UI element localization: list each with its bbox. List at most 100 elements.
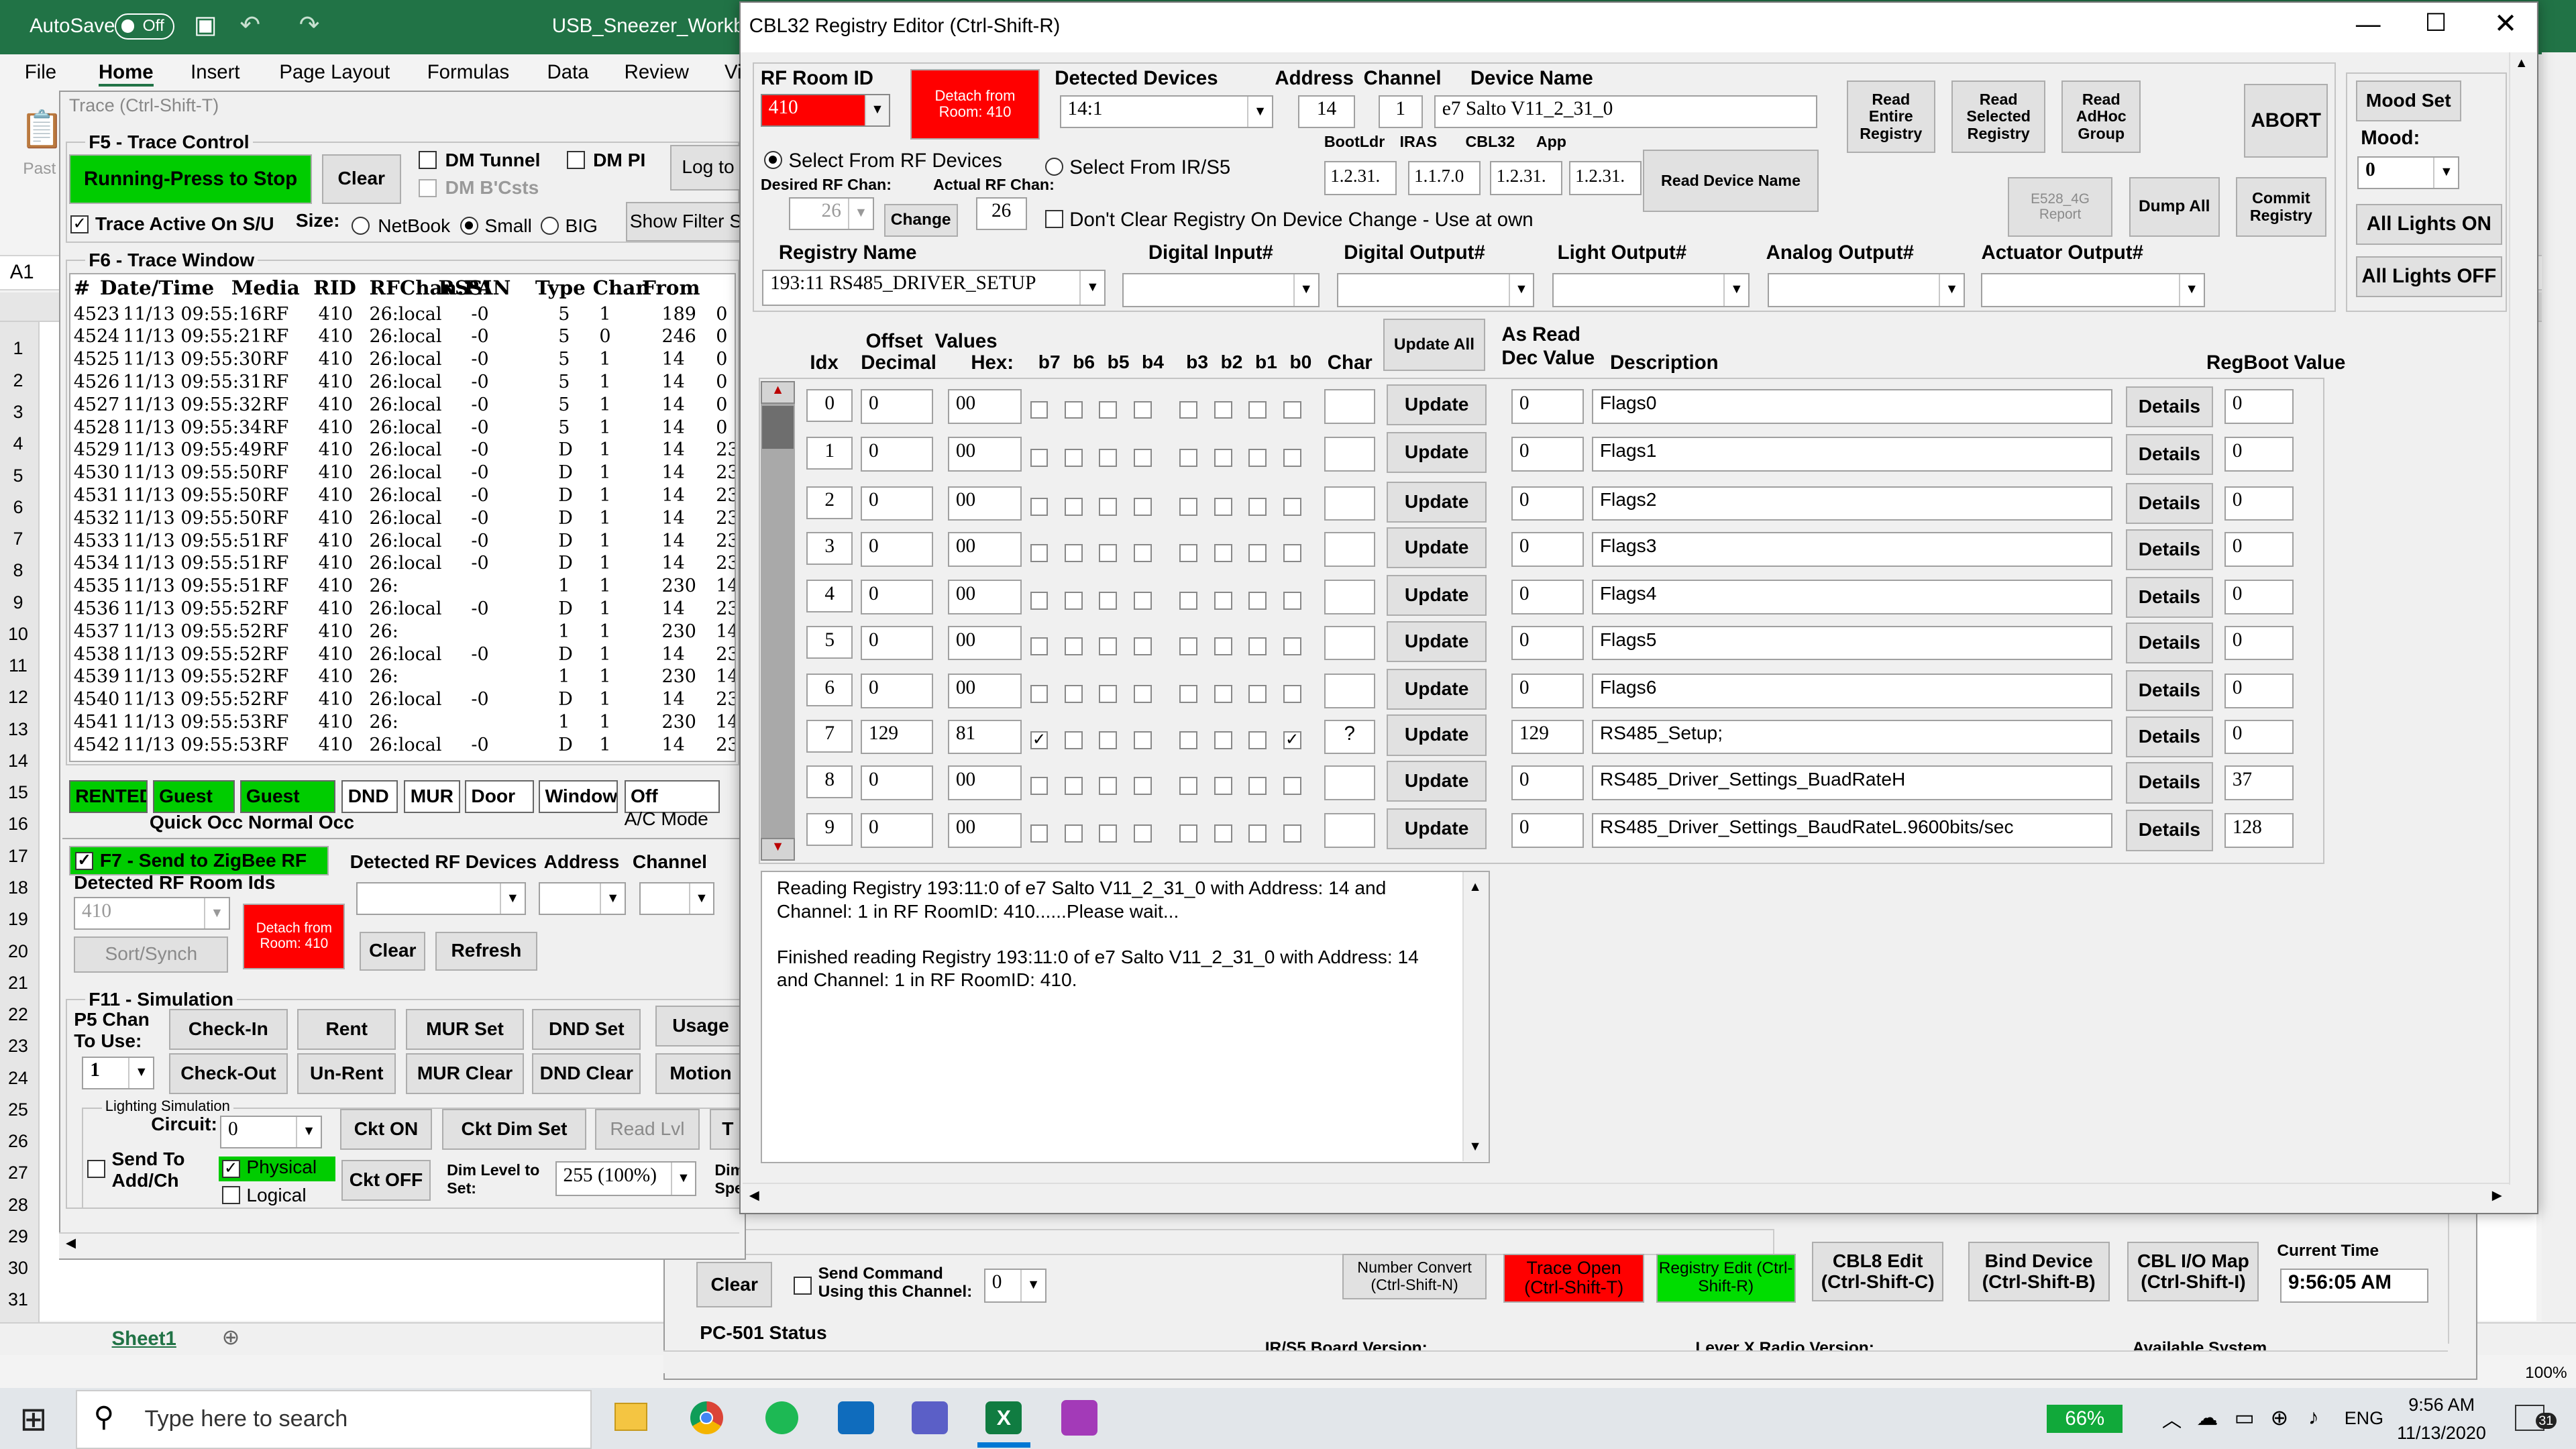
status-cell[interactable]: RENTED — [68, 780, 148, 814]
number-convert-button[interactable]: Number Convert (Ctrl-Shift-N) — [1342, 1253, 1487, 1300]
minimize-icon[interactable]: — — [2356, 10, 2381, 38]
row-number[interactable]: 20 — [0, 941, 36, 962]
char-field[interactable] — [1324, 765, 1375, 800]
bit-checkbox[interactable]: ✓ — [1030, 731, 1049, 749]
pdf-icon[interactable] — [1061, 1399, 1097, 1436]
row-number[interactable]: 2 — [0, 370, 36, 391]
select-rf-radio[interactable] — [763, 151, 782, 170]
registry-vscroll[interactable]: ▲ — [2508, 52, 2535, 1185]
bit-checkbox[interactable] — [1248, 591, 1267, 610]
abort-button[interactable]: ABORT — [2244, 83, 2328, 158]
hex-field[interactable]: 00 — [948, 765, 1022, 800]
row-number[interactable]: 1 — [0, 338, 36, 359]
bit-checkbox[interactable] — [1214, 824, 1232, 843]
read-selected-registry-button[interactable]: Read Selected Registry — [1951, 80, 2045, 153]
trace-row[interactable]: 4524 11/13 09:55:21 RF 410 26:local -0 5 0 246 0 — [70, 326, 735, 349]
bit-checkbox[interactable] — [1099, 543, 1118, 562]
row-number[interactable]: 21 — [0, 973, 36, 994]
bit-checkbox[interactable] — [1064, 777, 1083, 796]
bit-checkbox[interactable] — [1099, 685, 1118, 704]
bit-checkbox[interactable] — [1179, 400, 1198, 419]
row-number[interactable]: 28 — [0, 1195, 36, 1216]
row-number[interactable]: 5 — [0, 466, 36, 486]
maximize-icon[interactable]: ☐ — [2425, 8, 2447, 37]
status-cell[interactable]: Guest — [239, 780, 335, 814]
bit-checkbox[interactable] — [1179, 448, 1198, 467]
char-field[interactable] — [1324, 674, 1375, 708]
trace-row[interactable]: 4528 11/13 09:55:34 RF 410 26:local -0 5 1 14 0 — [70, 417, 735, 440]
details-button[interactable]: Details — [2126, 433, 2213, 475]
hex-field[interactable]: 00 — [948, 532, 1022, 567]
bit-checkbox[interactable] — [1064, 498, 1083, 516]
update-button[interactable]: Update — [1386, 432, 1487, 474]
bit-checkbox[interactable] — [1283, 498, 1301, 516]
bit-checkbox[interactable] — [1214, 637, 1232, 656]
bit-checkbox[interactable] — [1133, 777, 1152, 796]
status-cell[interactable]: DND — [341, 780, 398, 814]
bottom-right-scroll[interactable] — [2448, 1212, 2475, 1344]
bit-checkbox[interactable] — [1030, 543, 1049, 562]
ribbon-tab-0[interactable]: File — [25, 61, 56, 84]
char-field[interactable] — [1324, 486, 1375, 521]
bit-checkbox[interactable] — [1283, 543, 1301, 562]
detected-devices-combo[interactable]: 14:1 ▼ — [1059, 95, 1273, 128]
row-number[interactable]: 24 — [0, 1068, 36, 1089]
grid-scroll-down-icon[interactable]: ▼ — [760, 837, 796, 861]
bit-checkbox[interactable] — [1133, 637, 1152, 656]
add-sheet-icon[interactable]: ⊕ — [222, 1324, 240, 1350]
bit-checkbox[interactable] — [1030, 824, 1049, 843]
bit-checkbox[interactable] — [1214, 498, 1232, 516]
dump-all-button[interactable]: Dump All — [2129, 177, 2220, 237]
read-lvl-button[interactable]: Read Lvl — [594, 1109, 700, 1150]
bit-checkbox[interactable] — [1179, 498, 1198, 516]
motion-button[interactable]: Motion — [655, 1053, 746, 1095]
ribbon-tab-7[interactable]: Vi — [724, 61, 742, 84]
bit-checkbox[interactable] — [1248, 777, 1267, 796]
desired-chan-combo[interactable]: 26 ▼ — [788, 197, 874, 230]
trace-row[interactable]: 453211/13 09:55:50RF 410 26:local -0 D 1 14 23 — [70, 508, 735, 531]
small-radio[interactable] — [460, 217, 478, 235]
mood-combo[interactable]: 0 ▼ — [2357, 156, 2460, 189]
bit-checkbox[interactable] — [1064, 591, 1083, 610]
running-stop-button[interactable]: Running-Press to Stop — [68, 154, 313, 204]
hex-field[interactable]: 00 — [948, 486, 1022, 521]
excel-taskbar-icon[interactable]: X — [985, 1401, 1022, 1434]
actuator-output-combo[interactable]: ▼ — [1981, 272, 2205, 307]
grid-vscroll[interactable]: ▲ ▼ — [760, 381, 796, 861]
bit-checkbox[interactable] — [1248, 498, 1267, 516]
bit-checkbox[interactable] — [1099, 731, 1118, 749]
bit-checkbox[interactable]: ✓ — [1283, 731, 1301, 749]
outlook-icon[interactable] — [837, 1401, 874, 1434]
update-all-button[interactable]: Update All — [1383, 319, 1485, 372]
row-number[interactable]: 13 — [0, 719, 36, 740]
ribbon-tab-4[interactable]: Formulas — [427, 61, 509, 84]
bit-checkbox[interactable] — [1248, 685, 1267, 704]
send-command-checkbox[interactable] — [793, 1276, 812, 1295]
char-field[interactable]: ? — [1324, 719, 1375, 755]
dont-clear-checkbox[interactable] — [1044, 210, 1063, 229]
row-number[interactable]: 18 — [0, 877, 36, 898]
bit-checkbox[interactable] — [1099, 498, 1118, 516]
dm-bcsts-checkbox[interactable] — [419, 178, 437, 197]
bit-checkbox[interactable] — [1179, 824, 1198, 843]
bottom-hscroll-2[interactable] — [663, 1350, 2448, 1374]
decimal-field[interactable]: 0 — [861, 437, 934, 472]
bit-checkbox[interactable] — [1283, 637, 1301, 656]
bit-checkbox[interactable] — [1214, 777, 1232, 796]
trace-clear2-button[interactable]: Clear — [360, 931, 426, 971]
bit-checkbox[interactable] — [1133, 685, 1152, 704]
mur-set-button[interactable]: MUR Set — [405, 1008, 525, 1050]
all-lights-on-button[interactable]: All Lights ON — [2355, 203, 2502, 245]
char-field[interactable] — [1324, 437, 1375, 472]
teams-icon[interactable] — [912, 1401, 949, 1434]
trace-open-button[interactable]: Trace Open (Ctrl-Shift-T) — [1503, 1253, 1645, 1303]
log-to-button[interactable]: Log to — [670, 144, 746, 191]
undo-icon[interactable]: ↶ — [240, 10, 261, 39]
bit-checkbox[interactable] — [1099, 591, 1118, 610]
dm-tunnel-checkbox[interactable] — [419, 151, 437, 170]
bind-device-button[interactable]: Bind Device (Ctrl-Shift-B) — [1968, 1242, 2110, 1301]
decimal-field[interactable]: 0 — [861, 626, 934, 661]
row-number[interactable]: 15 — [0, 782, 36, 803]
bit-checkbox[interactable] — [1064, 731, 1083, 749]
bit-checkbox[interactable] — [1099, 637, 1118, 656]
